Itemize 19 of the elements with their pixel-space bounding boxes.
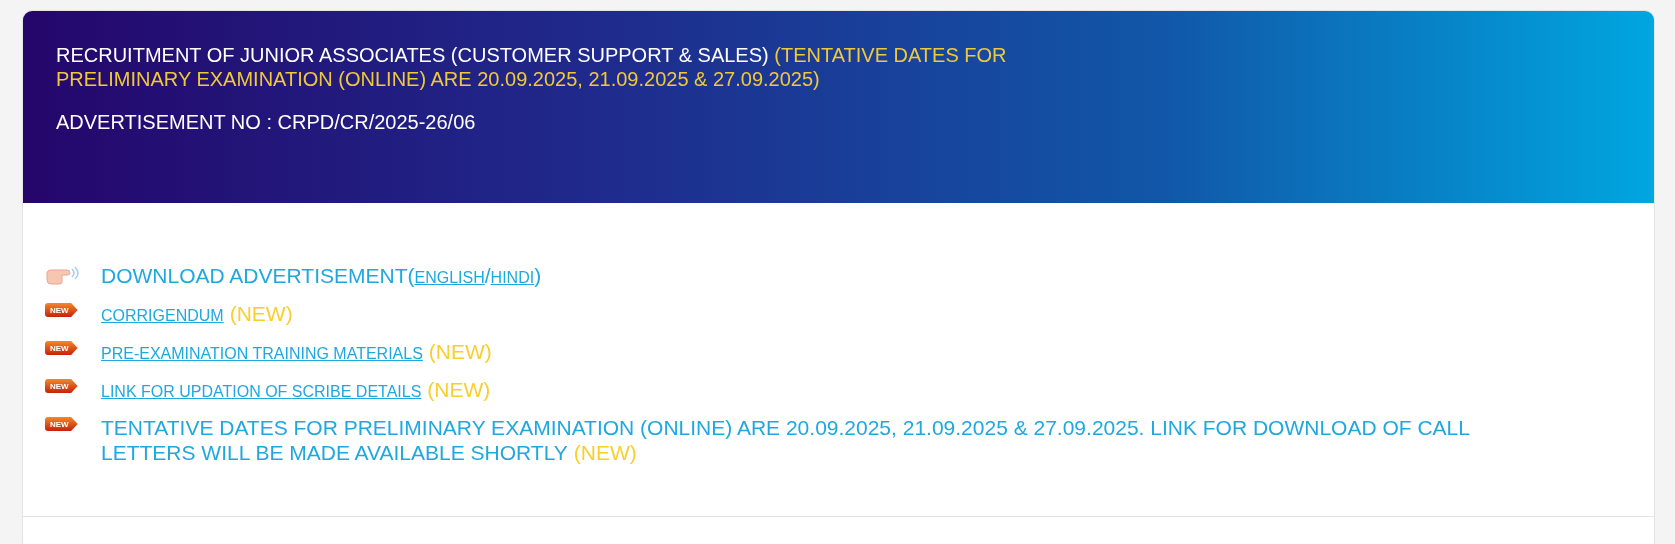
notice-text: / [484,264,491,287]
new-badge: NEW [45,417,78,431]
new-tag: (NEW) [427,378,491,401]
link[interactable]: CORRIGENDUM [101,307,224,324]
new-badge: NEW [45,341,78,355]
new-badge: NEW [45,379,78,393]
new-badge: NEW [45,303,78,317]
link[interactable]: HINDI [490,269,535,286]
pointing-hand-icon [45,265,81,287]
notice-text: DOWNLOAD ADVERTISEMENT( [101,264,415,287]
link[interactable]: LINK FOR UPDATION OF SCRIBE DETAILS [101,383,422,400]
notice-text: ) [534,264,542,287]
recruitment-title: RECRUITMENT OF JUNIOR ASSOCIATES (CUSTOMER SUPPORT & SALES) (TENTATIVE DATES FOR PRELIMINARY EXAMINATION (ONLINE) ARE 20.09.2025, 21.09.2025 & 27.09.2025) [56,43,1008,91]
link[interactable]: ENGLISH [414,269,485,286]
advertisement-number: ADVERTISEMENT NO : CRPD/CR/2025-26/06 [56,111,477,134]
new-tag: (NEW) [229,302,293,325]
link[interactable]: PRE-EXAMINATION TRAINING MATERIALS [101,345,423,362]
new-tag: (NEW) [428,340,492,363]
notice-text: TENTATIVE DATES FOR PRELIMINARY EXAMINATION (ONLINE) ARE 20.09.2025, 21.09.2025 & 27.09.2025. LINK FOR DOWNLOAD OF CALL LETTERS WILL BE MADE AVAILABLE SHORTLY (NEW) [101,415,1471,465]
